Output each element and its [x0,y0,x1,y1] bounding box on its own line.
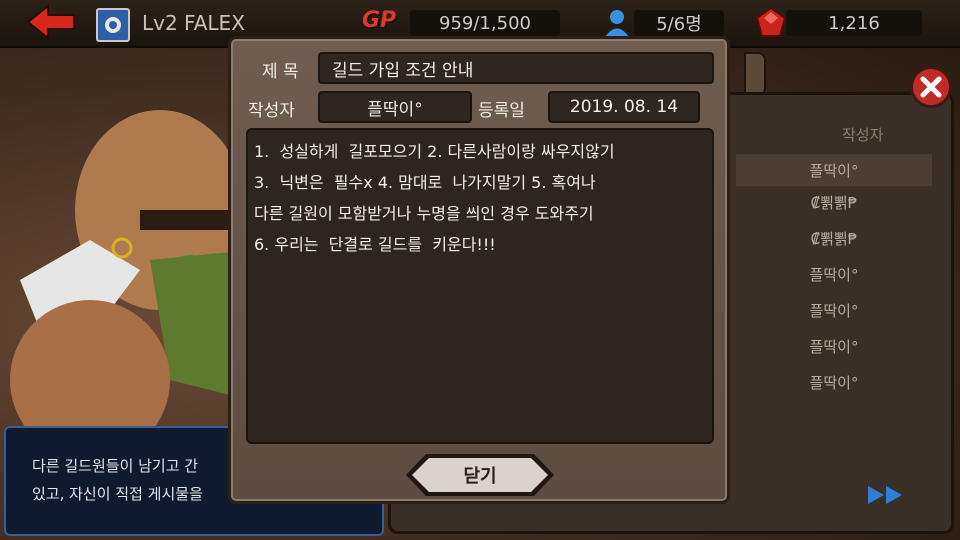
board-tab[interactable] [744,52,766,96]
title-label: 제 목 [262,62,299,82]
ruby-gem-icon [755,6,787,37]
character-portrait [10,110,250,460]
board-row-author[interactable]: 플딱이° [736,154,932,186]
post-body-text: 1. 성실하게 길포모으기 2. 다른사람이랑 싸우지않기 3. 닉변은 필수x… [246,128,714,444]
post-date-field: 2019. 08. 14 [548,91,700,123]
board-row-author[interactable]: 플딱이° [736,366,932,398]
member-icon [605,10,629,37]
next-page-icon[interactable] [866,484,906,506]
player-level-name: Lv2 FALEX [142,11,245,35]
close-dialog-label: 닫기 [463,466,497,487]
board-row-author[interactable]: 플딱이° [736,330,932,362]
gem-counter: 1,216 [786,10,922,36]
close-x-icon [920,76,942,98]
member-counter: 5/6명 [634,10,724,36]
close-board-button[interactable] [910,66,952,108]
guild-emblem-icon [96,8,130,42]
board-row-author[interactable]: ₡뾝뾝₱ [736,186,932,218]
author-label: 작성자 [248,101,295,121]
date-label: 등록일 [478,101,525,121]
post-title-field: 길드 가입 조건 안내 [318,52,714,84]
board-row-author[interactable]: 플딱이° [736,258,932,290]
back-button[interactable] [26,3,78,41]
gp-label: GP [362,8,397,33]
post-author-field: 플딱이° [318,91,472,123]
gp-counter: 959/1,500 [410,10,560,36]
close-dialog-button[interactable]: 닫기 [404,452,556,498]
board-row-author[interactable]: ₡뾝뾝₱ [736,222,932,254]
board-row-author[interactable]: 플딱이° [736,294,932,326]
back-arrow-icon [26,3,75,41]
author-column-header: 작성자 [842,126,884,144]
